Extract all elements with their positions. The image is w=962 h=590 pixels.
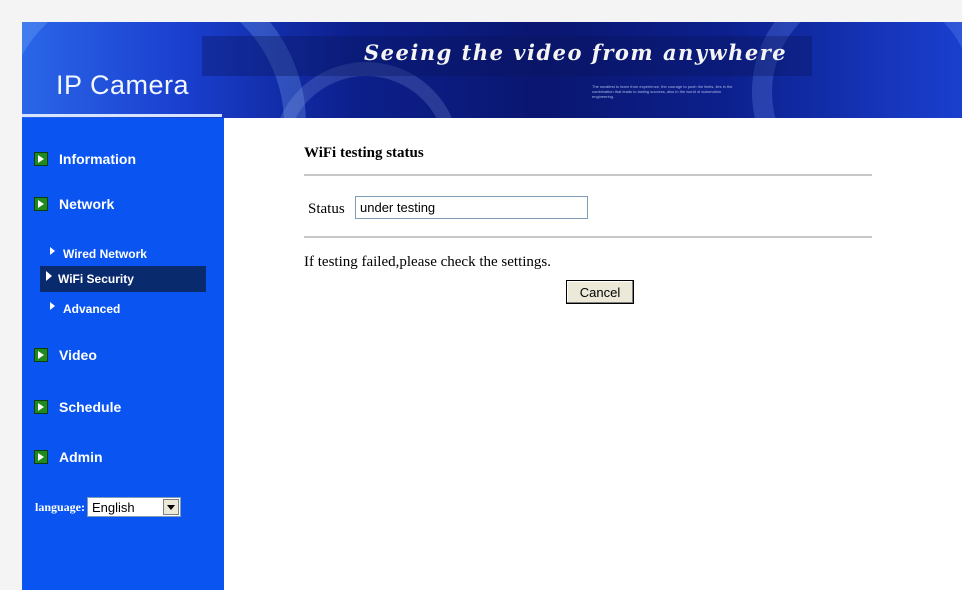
sidebar-subitem-label: Advanced	[63, 302, 121, 316]
status-label: Status	[308, 201, 345, 217]
sidebar-item-label: Video	[59, 347, 97, 363]
language-select-value: English	[92, 499, 135, 515]
sidebar: Information Network Wired Network WiFi S…	[22, 118, 224, 590]
triangle-right-icon	[46, 271, 52, 281]
page-frame: IP Camera Seeing the video from anywhere…	[22, 22, 962, 590]
sidebar-item-information[interactable]: Information	[34, 151, 136, 167]
language-select[interactable]: English	[87, 497, 182, 517]
sidebar-item-label: Admin	[59, 449, 103, 465]
language-label: language:	[35, 499, 86, 514]
play-arrow-icon	[34, 348, 48, 362]
sidebar-item-label: Schedule	[59, 399, 122, 415]
play-arrow-icon	[34, 152, 48, 166]
chevron-down-icon[interactable]	[163, 499, 180, 515]
logo-underline	[22, 114, 222, 117]
cancel-button[interactable]: Cancel	[566, 280, 634, 304]
triangle-right-icon	[50, 302, 55, 310]
page-title: WiFi testing status	[304, 145, 424, 161]
main-content: WiFi testing status Status If testing fa…	[224, 118, 962, 590]
status-field[interactable]	[355, 196, 588, 219]
header-fine-print: The smallest to learn from experience, t…	[592, 84, 733, 99]
divider	[304, 236, 872, 238]
help-text: If testing failed,please check the setti…	[304, 254, 551, 270]
play-arrow-icon	[34, 400, 48, 414]
language-row: language: English	[35, 497, 182, 517]
sidebar-item-admin[interactable]: Admin	[34, 449, 103, 465]
sidebar-item-label: Information	[59, 151, 136, 167]
sidebar-subitem-advanced[interactable]: Advanced	[40, 296, 206, 322]
play-arrow-icon	[34, 450, 48, 464]
sidebar-item-label: Network	[59, 196, 115, 212]
sidebar-item-schedule[interactable]: Schedule	[34, 399, 121, 415]
app-logo: IP Camera	[56, 70, 190, 100]
sidebar-subitem-wifi-security[interactable]: WiFi Security	[40, 266, 206, 292]
sidebar-subitem-label: Wired Network	[63, 247, 147, 261]
sidebar-subitem-label: WiFi Security	[58, 272, 134, 286]
header-banner: IP Camera Seeing the video from anywhere…	[22, 22, 962, 118]
sidebar-subitem-wired-network[interactable]: Wired Network	[40, 241, 206, 267]
sidebar-item-video[interactable]: Video	[34, 347, 97, 363]
divider	[304, 174, 872, 176]
sidebar-item-network[interactable]: Network	[34, 196, 114, 212]
play-arrow-icon	[34, 197, 48, 211]
header-slogan: Seeing the video from anywhere	[364, 40, 788, 65]
triangle-right-icon	[50, 247, 55, 255]
